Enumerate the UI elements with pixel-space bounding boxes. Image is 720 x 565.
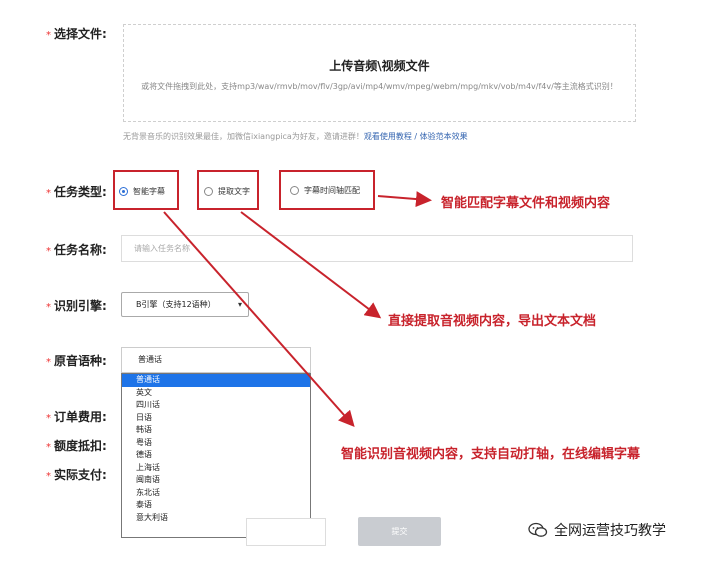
annotation-timeline-match: 智能匹配字幕文件和视频内容 bbox=[441, 196, 611, 211]
watermark-text: 全网运营技巧教学 bbox=[554, 523, 666, 539]
annotation-extract-text: 直接提取音视频内容，导出文本文档 bbox=[388, 314, 597, 329]
watermark: 全网运营技巧教学 bbox=[528, 520, 666, 540]
arrow-smart-subtitle bbox=[163, 211, 355, 427]
arrow-timeline-match bbox=[377, 191, 432, 208]
arrow-extract-text bbox=[240, 211, 382, 319]
annotation-smart-subtitle: 智能识别音视频内容，支持自动打轴，在线编辑字幕 bbox=[341, 447, 641, 462]
annotation-arrows bbox=[163, 191, 432, 427]
wechat-icon bbox=[528, 522, 548, 537]
